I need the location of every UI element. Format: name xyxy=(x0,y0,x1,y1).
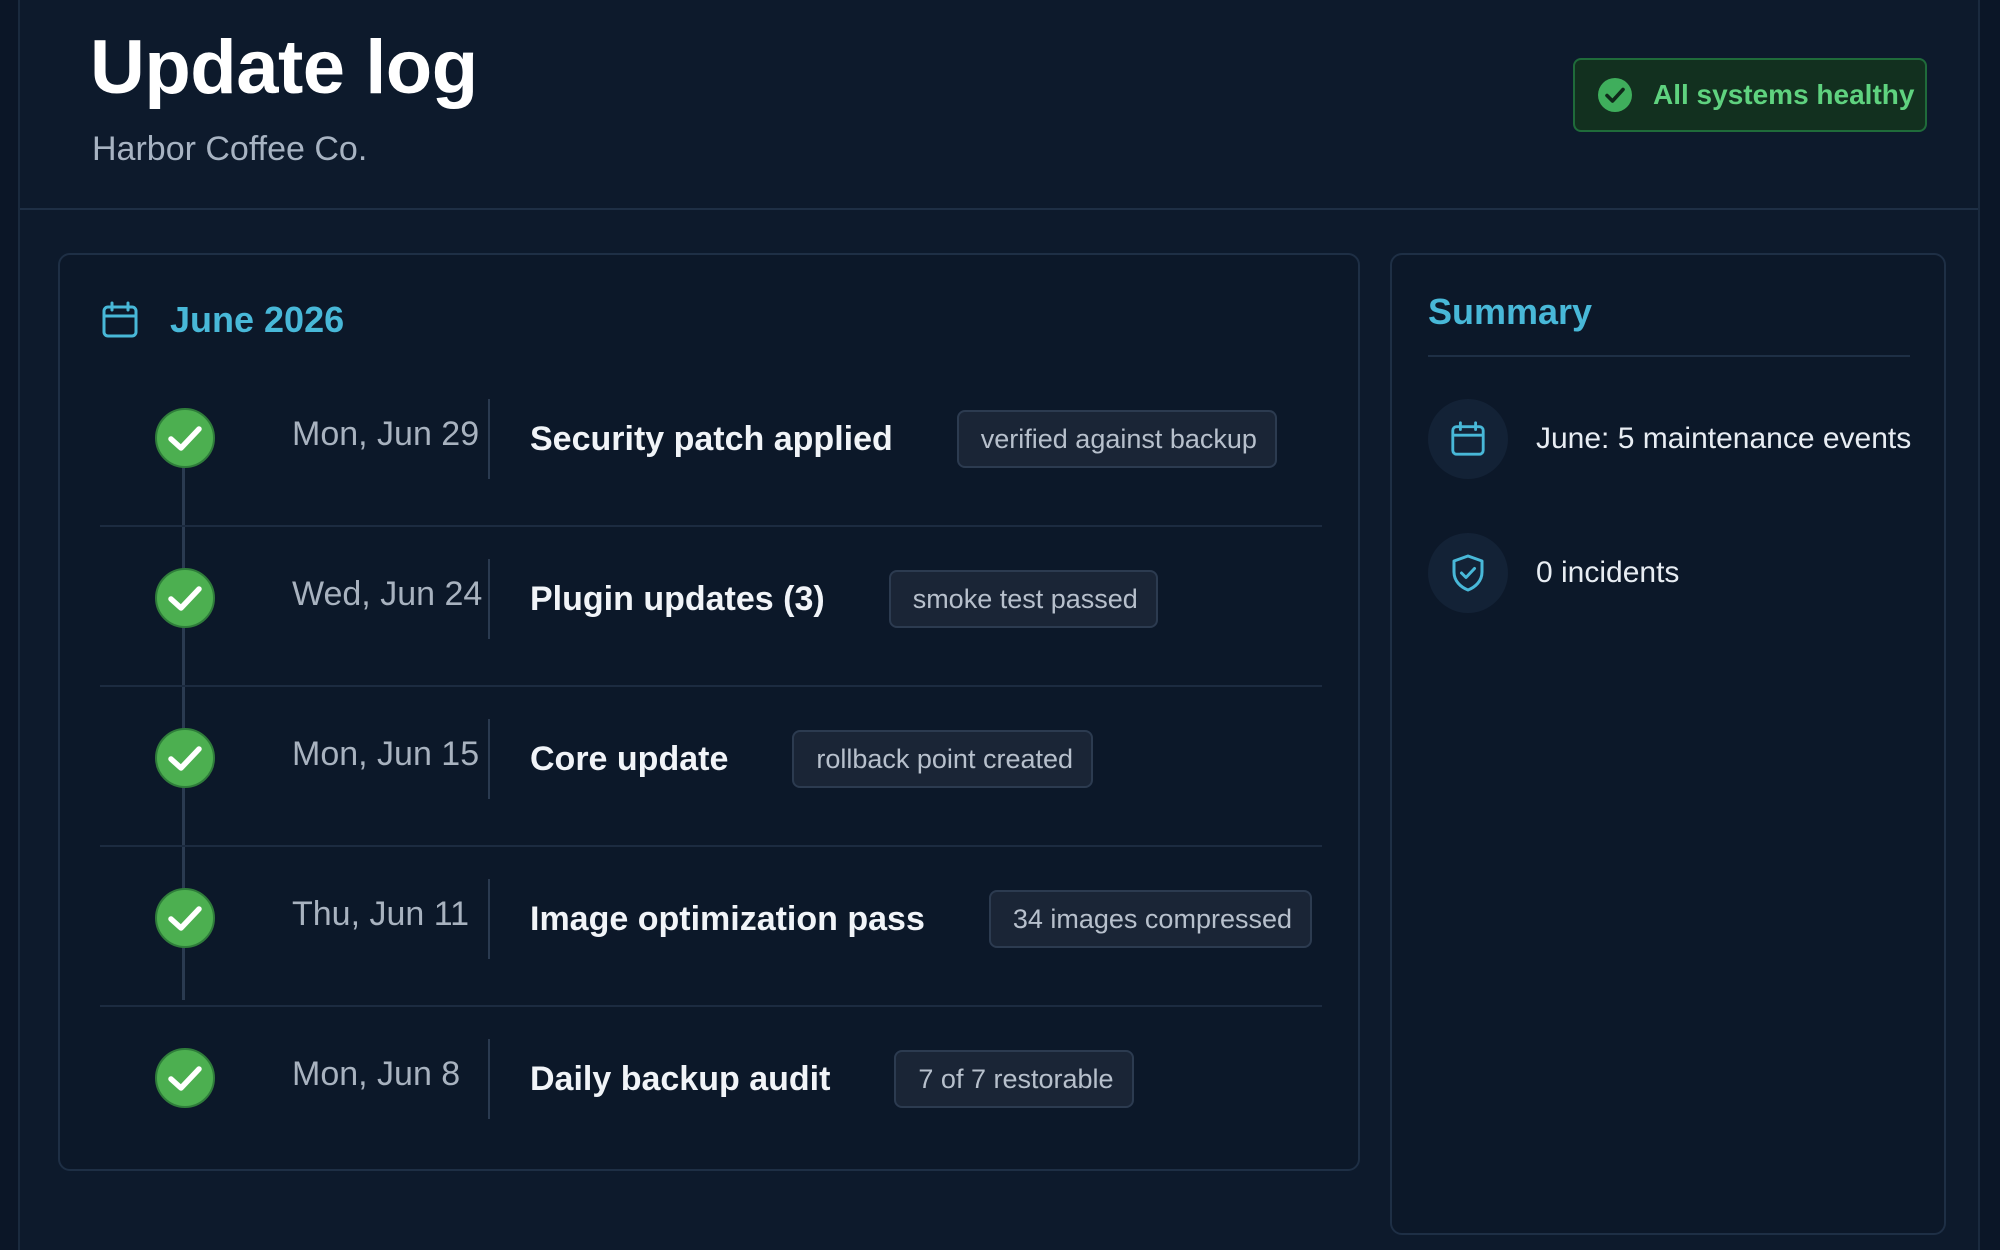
timeline-entry: Mon, Jun 15 Core update rollback point c… xyxy=(100,687,1322,847)
summary-stat-events: June: 5 maintenance events xyxy=(1428,399,1928,479)
check-circle-icon xyxy=(154,727,216,789)
check-circle-icon xyxy=(154,567,216,629)
page-title: Update log xyxy=(90,25,478,110)
check-circle-icon xyxy=(154,887,216,949)
entry-content: Plugin updates (3) smoke test passed xyxy=(530,559,1158,639)
entry-badge: 34 images compressed xyxy=(988,890,1312,948)
check-circle-icon xyxy=(154,1047,216,1109)
shield-check-icon xyxy=(1428,533,1508,613)
entry-title: Core update xyxy=(530,739,729,778)
entry-date: Thu, Jun 11 xyxy=(292,895,470,933)
status-badge: All systems healthy xyxy=(1573,58,1927,132)
timeline-entry: Mon, Jun 29 Security patch applied verif… xyxy=(100,367,1322,527)
divider xyxy=(488,719,490,799)
entry-badge: verified against backup xyxy=(956,410,1277,468)
divider xyxy=(488,399,490,479)
divider xyxy=(488,1039,490,1119)
summary-incidents-label: 0 incidents xyxy=(1536,556,1680,589)
summary-events-label: June: 5 maintenance events xyxy=(1536,422,1912,455)
app-frame: Update log Harbor Coffee Co. All systems… xyxy=(18,0,1980,1250)
update-log-card: June 2026 Mon, Jun 29 Security patch app… xyxy=(58,253,1360,1171)
summary-title: Summary xyxy=(1428,291,1593,332)
entry-badge: 7 of 7 restorable xyxy=(894,1050,1134,1108)
status-badge-label: All systems healthy xyxy=(1653,79,1915,110)
entry-content: Security patch applied verified against … xyxy=(530,399,1277,479)
entry-title: Daily backup audit xyxy=(530,1059,831,1098)
calendar-icon xyxy=(1428,399,1508,479)
month-heading: June 2026 xyxy=(100,295,344,345)
timeline-entry: Mon, Jun 8 Daily backup audit 7 of 7 res… xyxy=(100,1007,1322,1167)
summary-card: Summary June: 5 maintenance events 0 inc… xyxy=(1390,253,1946,1235)
timeline-entry: Wed, Jun 24 Plugin updates (3) smoke tes… xyxy=(100,527,1322,687)
entry-date: Mon, Jun 15 xyxy=(292,735,480,773)
entry-badge: rollback point created xyxy=(792,730,1094,788)
calendar-icon xyxy=(100,300,140,340)
timeline-entry: Thu, Jun 11 Image optimization pass 34 i… xyxy=(100,847,1322,1007)
summary-stat-incidents: 0 incidents xyxy=(1428,533,1928,613)
page-subtitle: Harbor Coffee Co. xyxy=(92,130,368,168)
divider xyxy=(1428,355,1910,357)
entry-content: Daily backup audit 7 of 7 restorable xyxy=(530,1039,1134,1119)
check-circle-icon xyxy=(154,407,216,469)
entry-title: Image optimization pass xyxy=(530,899,925,938)
entry-badge: smoke test passed xyxy=(888,570,1158,628)
entry-date: Wed, Jun 24 xyxy=(292,575,483,613)
check-circle-icon xyxy=(1597,77,1633,113)
page-header: Update log Harbor Coffee Co. All systems… xyxy=(20,0,1978,210)
entry-date: Mon, Jun 8 xyxy=(292,1055,461,1093)
entry-content: Image optimization pass 34 images compre… xyxy=(530,879,1312,959)
month-label: June 2026 xyxy=(170,299,345,340)
entry-title: Plugin updates (3) xyxy=(530,579,825,618)
divider xyxy=(488,879,490,959)
divider xyxy=(488,559,490,639)
entry-title: Security patch applied xyxy=(530,419,893,458)
entry-content: Core update rollback point created xyxy=(530,719,1094,799)
entry-date: Mon, Jun 29 xyxy=(292,415,480,453)
